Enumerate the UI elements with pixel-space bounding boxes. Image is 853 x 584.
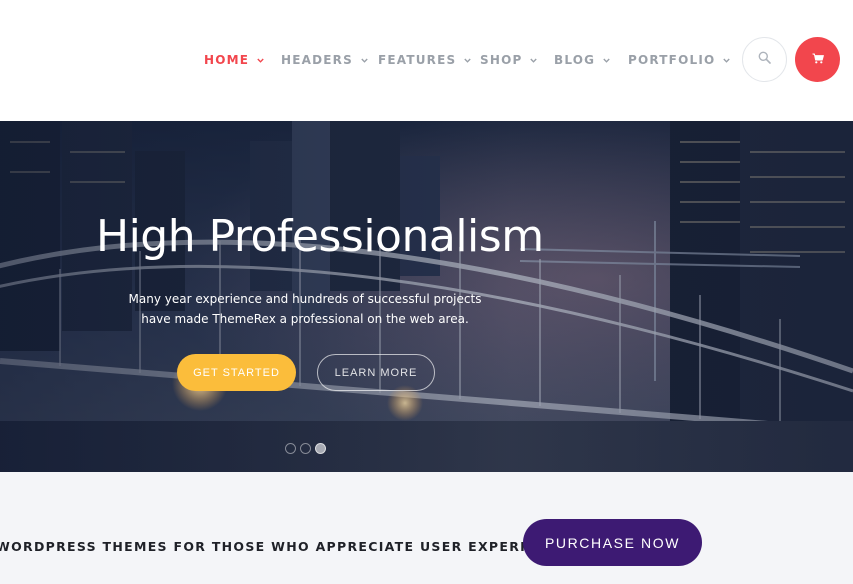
purchase-now-button[interactable]: PURCHASE NOW	[523, 519, 702, 566]
nav-item-home[interactable]: HOME	[204, 52, 264, 68]
nav-item-shop[interactable]: SHOP	[480, 52, 538, 68]
chevron-down-icon	[530, 57, 538, 64]
hero-title: High Professionalism	[96, 211, 544, 262]
search-icon	[758, 51, 771, 69]
chevron-down-icon	[361, 57, 368, 64]
cart-button[interactable]	[795, 37, 840, 82]
purchase-band: WORDPRESS THEMES FOR THOSE WHO APPRECIAT…	[0, 472, 853, 584]
nav-label-headers: HEADERS	[281, 53, 353, 67]
site-header: HOME HEADERS FEATURES SHOP BLOG PORTFOLI…	[0, 0, 853, 121]
nav-label-features: FEATURES	[378, 53, 457, 67]
slider-dot[interactable]	[285, 443, 296, 454]
nav-item-portfolio[interactable]: PORTFOLIO	[628, 52, 731, 68]
slider-pagination	[285, 443, 326, 455]
band-tagline: WORDPRESS THEMES FOR THOSE WHO APPRECIAT…	[0, 539, 569, 554]
learn-more-button[interactable]: LEARN MORE	[317, 354, 435, 391]
nav-item-headers[interactable]: HEADERS	[281, 52, 368, 68]
nav-item-blog[interactable]: BLOG	[554, 52, 610, 68]
slider-dot-active[interactable]	[315, 443, 326, 454]
cart-icon	[812, 51, 824, 69]
main-nav: HOME HEADERS FEATURES SHOP BLOG PORTFOLI…	[0, 0, 853, 121]
nav-label-shop: SHOP	[480, 53, 523, 67]
hero-subtitle: Many year experience and hundreds of suc…	[120, 289, 490, 329]
search-button[interactable]	[742, 37, 787, 82]
hero-slider: High Professionalism Many year experienc…	[0, 121, 853, 472]
chevron-down-icon	[603, 57, 610, 64]
get-started-button[interactable]: GET STARTED	[177, 354, 296, 391]
chevron-down-icon	[723, 57, 731, 64]
hero-subtitle-line-2: have made ThemeRex a professional on the…	[141, 312, 469, 326]
nav-label-home: HOME	[204, 53, 250, 67]
slider-dot[interactable]	[300, 443, 311, 454]
nav-label-portfolio: PORTFOLIO	[628, 53, 716, 67]
nav-label-blog: BLOG	[554, 53, 596, 67]
chevron-down-icon	[257, 57, 264, 64]
chevron-down-icon	[464, 57, 472, 64]
hero-subtitle-line-1: Many year experience and hundreds of suc…	[128, 292, 482, 306]
nav-item-features[interactable]: FEATURES	[378, 52, 472, 68]
